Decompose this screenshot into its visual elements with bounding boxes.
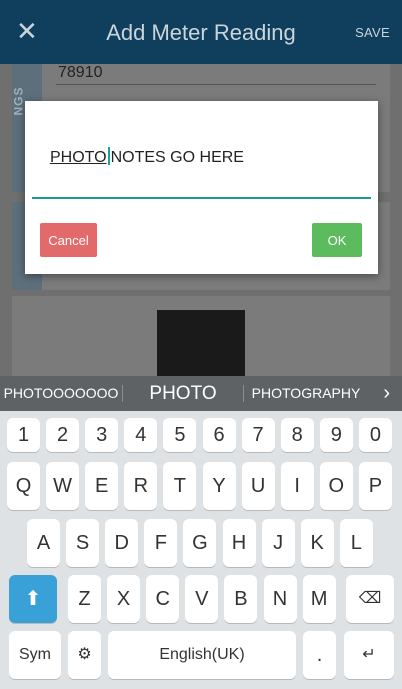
side-tab-label: NGS	[11, 86, 26, 116]
sym-key[interactable]: Sym	[9, 631, 61, 679]
key-x[interactable]: X	[107, 575, 141, 623]
page-title: Add Meter Reading	[106, 20, 296, 45]
key-5[interactable]: 5	[163, 418, 197, 452]
key-1[interactable]: 1	[7, 418, 40, 452]
key-8[interactable]: 8	[280, 418, 314, 452]
key-y[interactable]: Y	[202, 462, 236, 510]
key-b[interactable]: B	[224, 575, 258, 623]
key-3[interactable]: 3	[85, 418, 119, 452]
key-l[interactable]: L	[339, 519, 373, 567]
app-bar: ✕ Add Meter Reading SAVE	[0, 0, 402, 64]
photo-notes-dialog: PHOTO NOTES GO HERE Cancel OK	[25, 101, 378, 274]
suggestion-bar: PHOTOOOOOOO PHOTO PHOTOGRAPHY ›	[0, 376, 402, 411]
suggestion-item[interactable]: PHOTOOOOOOO	[0, 376, 122, 411]
space-key[interactable]: English(UK)	[108, 631, 296, 679]
suggestion-divider	[122, 385, 123, 402]
key-j[interactable]: J	[261, 519, 295, 567]
text-caret	[107, 147, 110, 165]
key-t[interactable]: T	[163, 462, 197, 510]
photo-thumbnail[interactable]	[157, 310, 245, 376]
key-6[interactable]: 6	[202, 418, 236, 452]
ok-button[interactable]: OK	[312, 223, 362, 257]
suggestion-item[interactable]: PHOTO	[124, 376, 242, 411]
key-p[interactable]: P	[358, 462, 392, 510]
key-g[interactable]: G	[183, 519, 217, 567]
composing-text: PHOTO	[50, 149, 107, 166]
keyboard: 1 2 3 4 5 6 7 8 9 0 Q W E R T Y U I O P A S D F G H J K L ⬆ Z X C V B N M ⌫ Sy…	[0, 411, 402, 689]
enter-key[interactable]: ↵	[344, 631, 394, 679]
gear-icon[interactable]: ⚙	[68, 631, 101, 679]
key-v[interactable]: V	[185, 575, 219, 623]
chevron-right-icon[interactable]: ›	[383, 382, 390, 405]
shift-key[interactable]: ⬆	[9, 575, 57, 623]
key-f[interactable]: F	[144, 519, 178, 567]
reading-field-underline	[56, 84, 376, 85]
backspace-key[interactable]: ⌫	[346, 575, 394, 623]
key-w[interactable]: W	[46, 462, 80, 510]
key-k[interactable]: K	[300, 519, 334, 567]
key-d[interactable]: D	[105, 519, 139, 567]
key-2[interactable]: 2	[46, 418, 80, 452]
input-text: NOTES GO HERE	[110, 149, 244, 166]
photo-notes-input[interactable]: PHOTO NOTES GO HERE	[50, 147, 244, 167]
input-underline	[32, 197, 371, 199]
key-o[interactable]: O	[319, 462, 353, 510]
cancel-button[interactable]: Cancel	[40, 223, 97, 257]
key-e[interactable]: E	[85, 462, 119, 510]
key-z[interactable]: Z	[68, 575, 101, 623]
key-a[interactable]: A	[27, 519, 60, 567]
reading-value-field[interactable]: 78910	[58, 64, 103, 82]
key-0[interactable]: 0	[358, 418, 392, 452]
key-c[interactable]: C	[146, 575, 180, 623]
key-9[interactable]: 9	[319, 418, 353, 452]
key-h[interactable]: H	[222, 519, 256, 567]
key-r[interactable]: R	[124, 462, 158, 510]
key-m[interactable]: M	[302, 575, 336, 623]
key-i[interactable]: I	[280, 462, 314, 510]
key-n[interactable]: N	[263, 575, 297, 623]
save-button[interactable]: SAVE	[355, 25, 390, 40]
key-q[interactable]: Q	[7, 462, 40, 510]
key-s[interactable]: S	[66, 519, 100, 567]
key-7[interactable]: 7	[241, 418, 275, 452]
key-u[interactable]: U	[241, 462, 275, 510]
key-4[interactable]: 4	[124, 418, 158, 452]
period-key[interactable]: .	[303, 631, 336, 679]
suggestion-item[interactable]: PHOTOGRAPHY	[244, 376, 368, 411]
